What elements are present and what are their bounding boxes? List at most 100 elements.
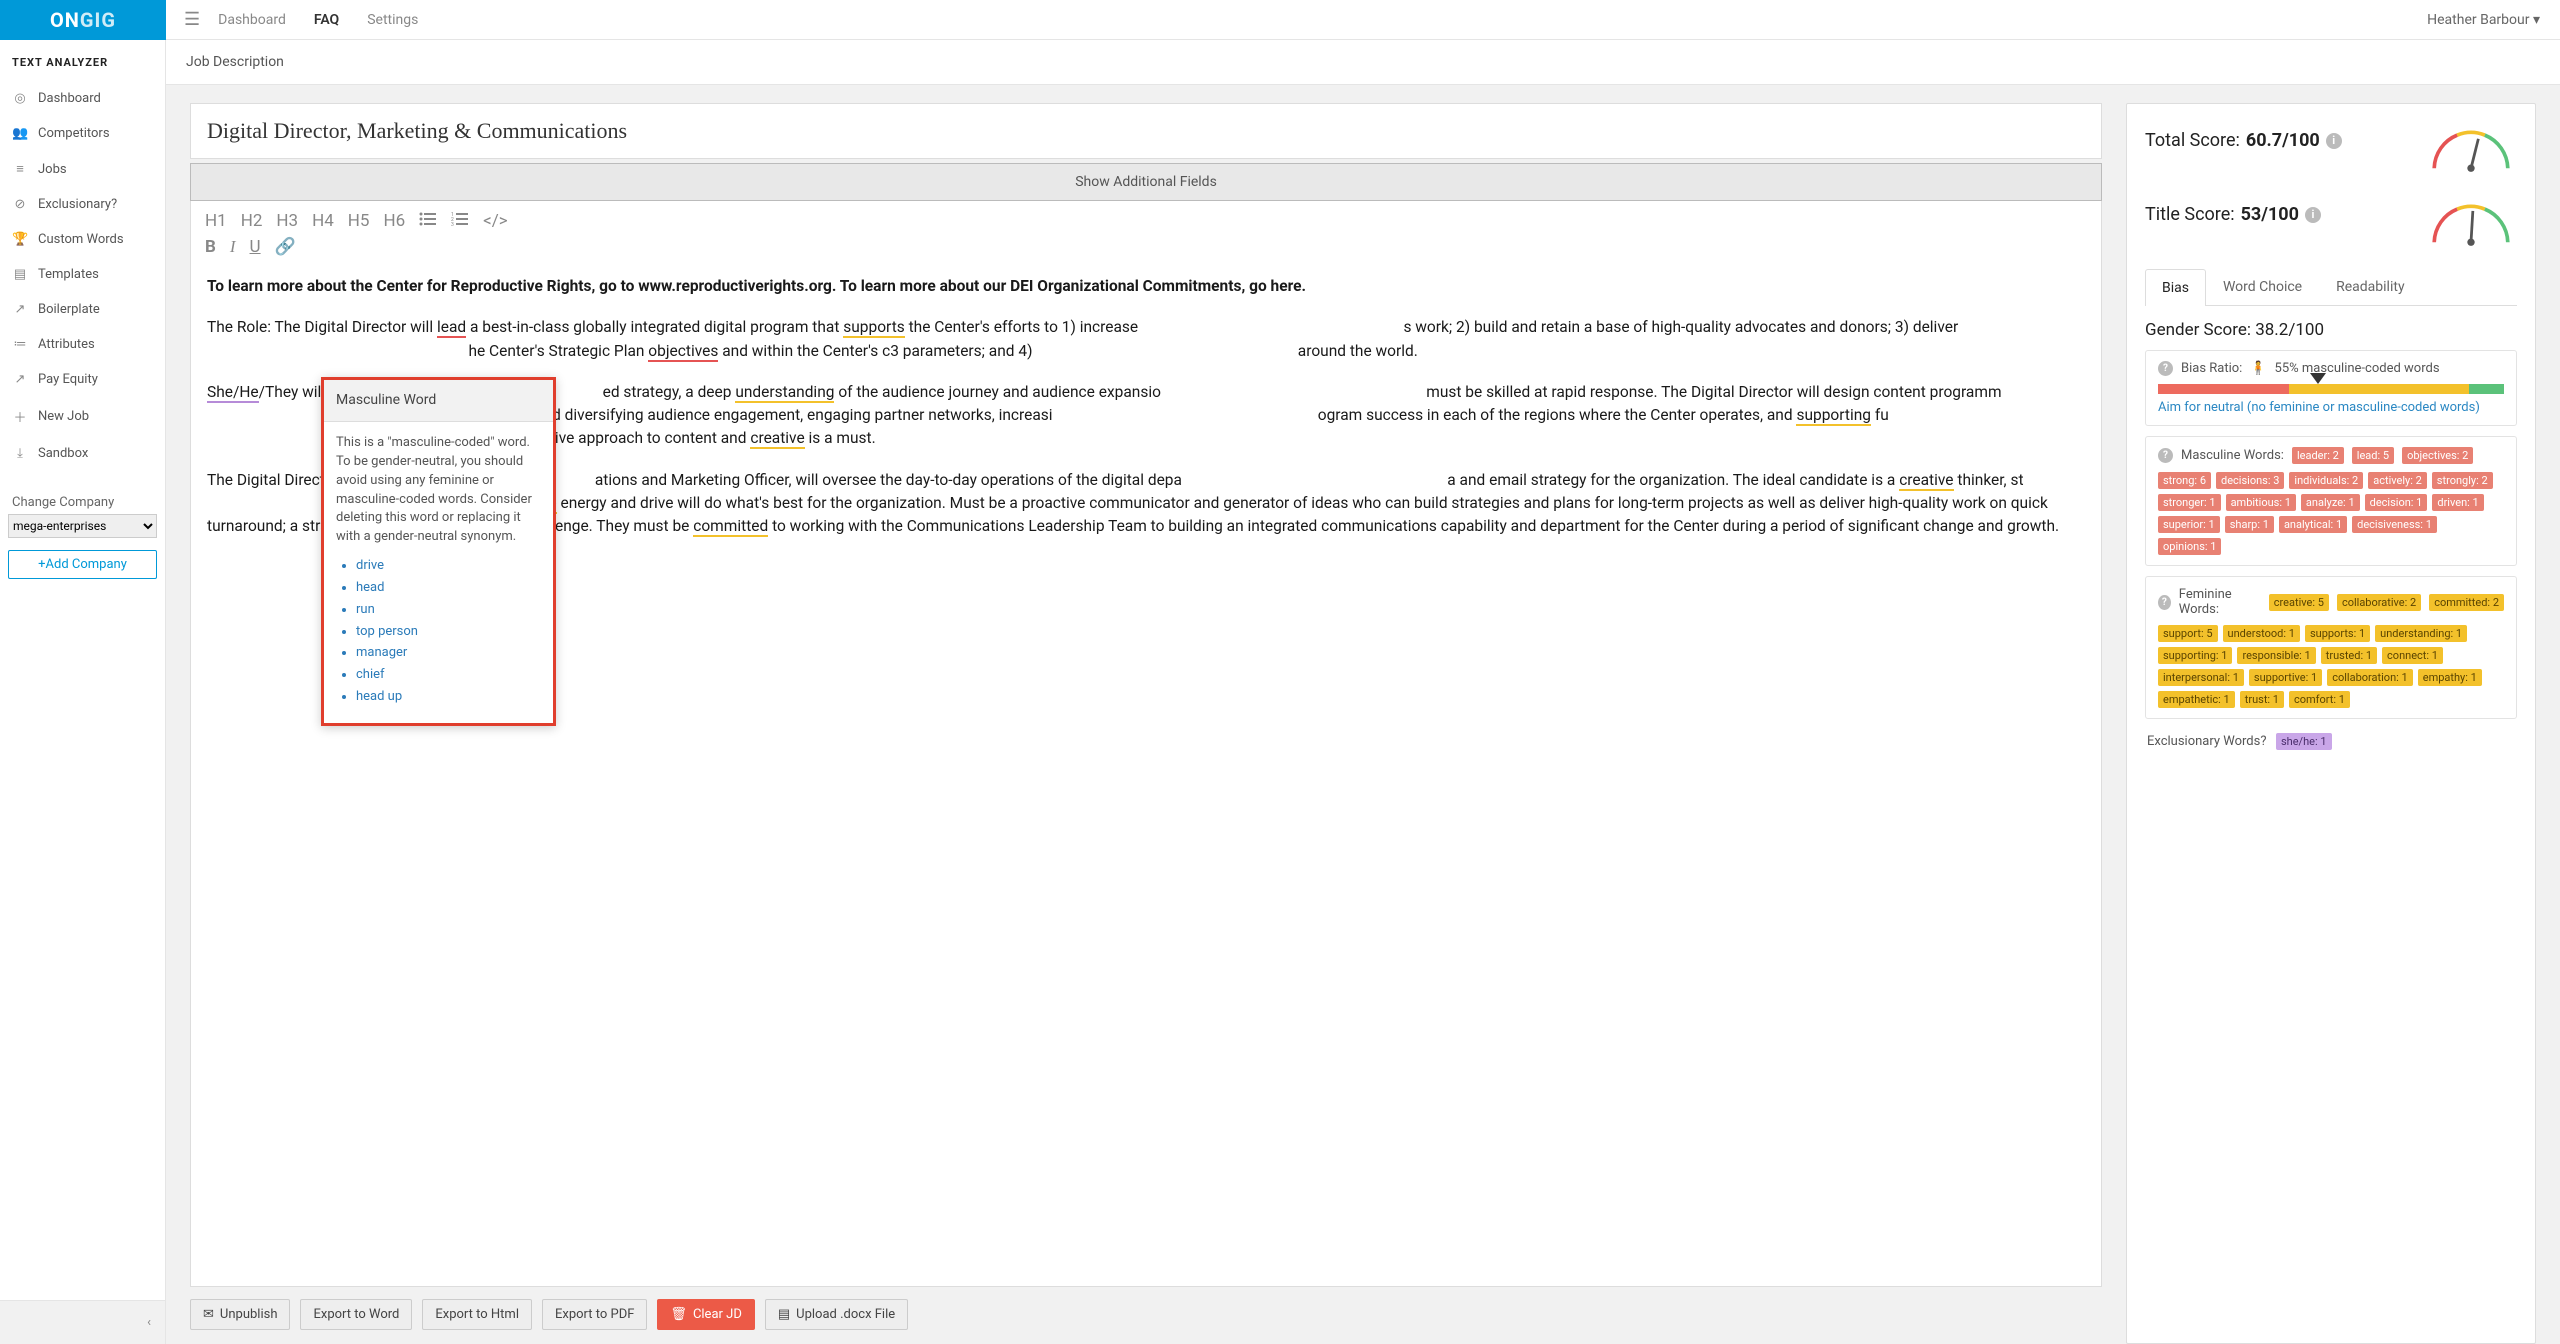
- show-additional-fields-button[interactable]: Show Additional Fields: [190, 163, 2102, 201]
- excl-badge[interactable]: she/he: 1: [2276, 733, 2332, 750]
- sidebar-item-new-job[interactable]: ＋New Job: [0, 397, 165, 436]
- suggestion-manager[interactable]: manager: [356, 644, 541, 663]
- sidebar-item-attributes[interactable]: ≔Attributes: [0, 327, 165, 362]
- masc-badge[interactable]: decisions: 3: [2216, 472, 2284, 489]
- fem-badge[interactable]: collaboration: 1: [2327, 669, 2413, 686]
- masc-badge[interactable]: sharp: 1: [2225, 516, 2274, 533]
- number-list-icon[interactable]: 123: [451, 211, 469, 231]
- sidebar-item-pay-equity[interactable]: ↗Pay Equity: [0, 362, 165, 397]
- fem-badge[interactable]: understanding: 1: [2375, 625, 2467, 642]
- add-company-button[interactable]: +Add Company: [8, 550, 157, 579]
- fem-badge[interactable]: comfort: 1: [2289, 691, 2350, 708]
- masc-badge[interactable]: strongly: 2: [2432, 472, 2493, 489]
- help-icon[interactable]: ?: [2158, 361, 2173, 376]
- collapse-sidebar-icon[interactable]: ‹: [0, 1300, 165, 1344]
- suggestion-drive[interactable]: drive: [356, 557, 541, 576]
- flag-understanding[interactable]: understanding: [735, 383, 834, 403]
- export-html-button[interactable]: Export to Html: [422, 1299, 532, 1330]
- fem-badge[interactable]: supporting: 1: [2158, 647, 2232, 664]
- sidebar-item-sandbox[interactable]: ⤓Sandbox: [0, 436, 165, 471]
- masc-badge[interactable]: individuals: 2: [2289, 472, 2363, 489]
- clear-jd-button[interactable]: 🗑Clear JD: [657, 1299, 754, 1330]
- flag-supporting[interactable]: supporting: [1796, 406, 1871, 426]
- fem-badge[interactable]: empathetic: 1: [2158, 691, 2235, 708]
- masc-badge[interactable]: decision: 1: [2365, 494, 2428, 511]
- export-word-button[interactable]: Export to Word: [300, 1299, 412, 1330]
- bullet-list-icon[interactable]: [419, 211, 437, 231]
- suggestion-run[interactable]: run: [356, 601, 541, 620]
- unpublish-button[interactable]: ✉Unpublish: [190, 1299, 290, 1330]
- flag-shehe[interactable]: She/He: [207, 383, 259, 403]
- fem-badge[interactable]: responsible: 1: [2237, 647, 2315, 664]
- suggestion-top-person[interactable]: top person: [356, 623, 541, 642]
- fem-badge[interactable]: supportive: 1: [2249, 669, 2322, 686]
- h2-button[interactable]: H2: [241, 211, 263, 231]
- link-icon[interactable]: 🔗: [275, 237, 296, 257]
- tab-readability[interactable]: Readability: [2319, 268, 2421, 305]
- sidebar-item-boilerplate[interactable]: ↗Boilerplate: [0, 292, 165, 327]
- tab-bias[interactable]: Bias: [2145, 269, 2206, 306]
- fem-badge[interactable]: connect: 1: [2382, 647, 2443, 664]
- masc-badge[interactable]: stronger: 1: [2158, 494, 2221, 511]
- italic-button[interactable]: I: [230, 237, 236, 257]
- job-title-input[interactable]: Digital Director, Marketing & Communicat…: [190, 103, 2102, 159]
- sidebar-item-exclusionary[interactable]: ⊘Exclusionary?: [0, 187, 165, 222]
- fem-badge[interactable]: creative: 5: [2269, 594, 2329, 611]
- bold-button[interactable]: B: [205, 237, 216, 257]
- company-select[interactable]: mega-enterprises: [8, 514, 157, 538]
- flag-supports[interactable]: supports: [843, 318, 905, 338]
- fem-badge[interactable]: supports: 1: [2305, 625, 2370, 642]
- fem-badge[interactable]: empathy: 1: [2418, 669, 2482, 686]
- masc-badge[interactable]: analyze: 1: [2301, 494, 2360, 511]
- sidebar-item-templates[interactable]: ▤Templates: [0, 257, 165, 292]
- h3-button[interactable]: H3: [276, 211, 298, 231]
- underline-button[interactable]: U: [250, 237, 261, 257]
- info-icon[interactable]: i: [2305, 207, 2321, 223]
- editor-body[interactable]: To learn more about the Center for Repro…: [190, 267, 2102, 1287]
- masc-badge[interactable]: decisiveness: 1: [2352, 516, 2437, 533]
- code-icon[interactable]: </>: [483, 211, 508, 231]
- suggestion-head-up[interactable]: head up: [356, 688, 541, 707]
- flag-creative[interactable]: creative: [750, 429, 804, 449]
- masc-badge[interactable]: actively: 2: [2368, 472, 2427, 489]
- sidebar-item-custom-words[interactable]: 🏆Custom Words: [0, 222, 165, 257]
- flag-committed[interactable]: committed: [693, 517, 768, 537]
- h1-button[interactable]: H1: [205, 211, 227, 231]
- info-icon[interactable]: i: [2326, 133, 2342, 149]
- help-icon[interactable]: ?: [2158, 448, 2173, 463]
- flag-lead[interactable]: lead: [437, 318, 466, 338]
- user-menu[interactable]: Heather Barbour ▾: [2427, 12, 2560, 28]
- nav-settings[interactable]: Settings: [367, 12, 418, 28]
- export-pdf-button[interactable]: Export to PDF: [542, 1299, 647, 1330]
- fem-badge[interactable]: interpersonal: 1: [2158, 669, 2244, 686]
- masc-badge[interactable]: analytical: 1: [2279, 516, 2347, 533]
- fem-badge[interactable]: committed: 2: [2429, 594, 2504, 611]
- masc-badge[interactable]: lead: 5: [2352, 447, 2394, 464]
- h6-button[interactable]: H6: [383, 211, 405, 231]
- nav-faq[interactable]: FAQ: [314, 12, 339, 28]
- upload-docx-button[interactable]: ▤Upload .docx File: [765, 1299, 908, 1330]
- help-icon[interactable]: ?: [2158, 595, 2171, 610]
- sidebar-item-jobs[interactable]: ≡Jobs: [0, 151, 165, 187]
- fem-badge[interactable]: understood: 1: [2223, 625, 2300, 642]
- fem-badge[interactable]: support: 5: [2158, 625, 2218, 642]
- suggestion-chief[interactable]: chief: [356, 666, 541, 685]
- masc-badge[interactable]: driven: 1: [2432, 494, 2483, 511]
- nav-dashboard[interactable]: Dashboard: [218, 12, 286, 28]
- suggestion-head[interactable]: head: [356, 579, 541, 598]
- sidebar-item-competitors[interactable]: 👥Competitors: [0, 116, 165, 151]
- fem-badge[interactable]: trusted: 1: [2321, 647, 2377, 664]
- masc-badge[interactable]: strong: 6: [2158, 472, 2211, 489]
- masc-badge[interactable]: ambitious: 1: [2226, 494, 2296, 511]
- masc-badge[interactable]: leader: 2: [2292, 447, 2344, 464]
- tab-word-choice[interactable]: Word Choice: [2206, 268, 2319, 305]
- sidebar-item-dashboard[interactable]: ◎Dashboard: [0, 81, 165, 116]
- masc-badge[interactable]: objectives: 2: [2402, 447, 2473, 464]
- fem-badge[interactable]: trust: 1: [2240, 691, 2284, 708]
- masc-badge[interactable]: opinions: 1: [2158, 538, 2221, 555]
- aim-neutral-link[interactable]: Aim for neutral (no feminine or masculin…: [2158, 400, 2504, 415]
- menu-toggle-icon[interactable]: ☰: [166, 9, 218, 30]
- fem-badge[interactable]: collaborative: 2: [2337, 594, 2421, 611]
- h4-button[interactable]: H4: [312, 211, 334, 231]
- h5-button[interactable]: H5: [348, 211, 370, 231]
